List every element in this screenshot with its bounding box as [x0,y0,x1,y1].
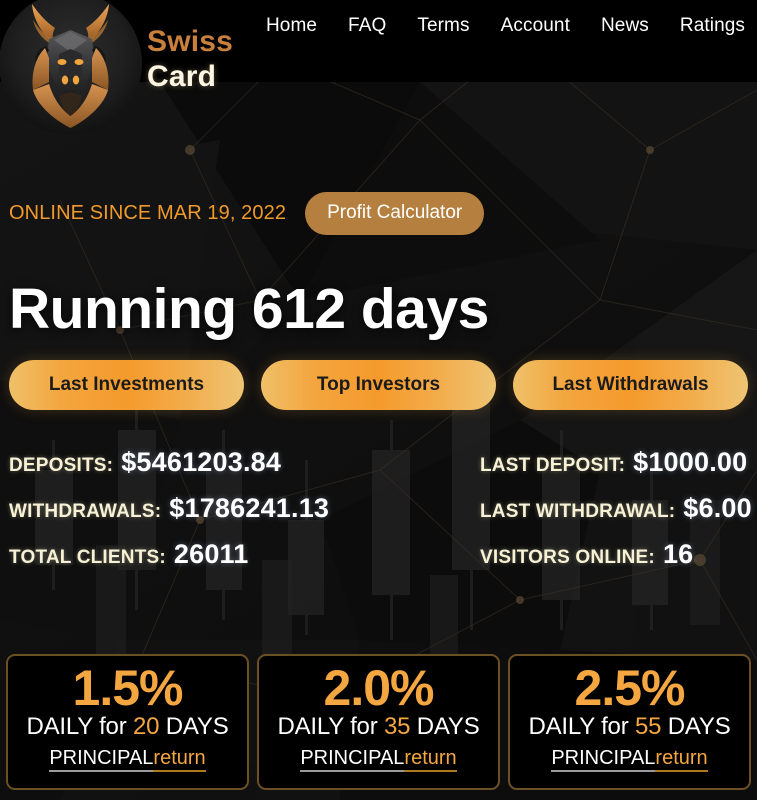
stat-last-deposit-value: $1000.00 [633,447,748,477]
investment-plans-row: 1.5% DAILY for 20 DAYS PRINCIPALreturn 2… [6,654,751,790]
stat-total-clients-value: 26011 [173,539,249,569]
online-since-row: ONLINE SINCE MAR 19, 2022 Profit Calcula… [9,192,485,235]
stat-visitors-online-value: 16 [662,539,694,569]
plan-2-return-label: return [404,747,457,772]
plan-1-principal-label: PRINCIPAL [49,747,154,772]
stat-total-clients-label: TOTAL CLIENTS: [9,547,166,568]
stat-deposits-value: $5461203.84 [121,447,282,477]
page-title: Running 612 days [9,277,489,341]
plan-2-return: PRINCIPALreturn [300,747,457,772]
brand-line-2: Card [147,60,217,93]
stat-last-withdrawal-value: $6.00 [683,493,752,523]
brand-logo-block[interactable]: Swiss Card [0,0,233,135]
stat-last-withdrawal: LAST WITHDRAWAL: $6.00 [480,493,752,524]
stat-withdrawals-label: WITHDRAWALS: [9,501,162,522]
stat-deposits: DEPOSITS: $5461203.84 [9,447,329,478]
nav-item-terms[interactable]: Terms [417,16,469,35]
plan-3-duration: DAILY for 55 DAYS [528,713,730,741]
stat-withdrawals: WITHDRAWALS: $1786241.13 [9,493,329,524]
plan-3-days: 55 [634,713,662,740]
plan-3-return-label: return [655,747,708,772]
nav-item-ratings[interactable]: Ratings [680,16,745,35]
plan-3-daily-suffix: DAYS [661,713,731,740]
stat-visitors-online-label: VISITORS ONLINE: [480,547,655,568]
nav-item-home[interactable]: Home [266,16,317,35]
plan-2-daily-suffix: DAYS [410,713,480,740]
plan-1-days: 20 [132,713,160,740]
top-investors-button[interactable]: Top Investors [261,360,496,410]
brand-line-1: Swiss [147,25,234,58]
main-nav: Home FAQ Terms Account News Ratings [266,16,745,35]
quick-links-row: Last Investments Top Investors Last With… [9,360,748,410]
online-since-text: ONLINE SINCE MAR 19, 2022 [9,202,287,224]
plan-1-return-label: return [153,747,206,772]
plan-1-duration: DAILY for 20 DAYS [26,713,228,741]
stat-last-deposit-label: LAST DEPOSIT: [480,455,626,476]
stat-total-clients: TOTAL CLIENTS: 26011 [9,539,329,570]
stat-last-deposit: LAST DEPOSIT: $1000.00 [480,447,752,478]
plan-1-percent: 1.5% [72,660,184,716]
plan-card-2[interactable]: 2.0% DAILY for 35 DAYS PRINCIPALreturn [257,654,500,790]
plan-3-return: PRINCIPALreturn [551,747,708,772]
stat-withdrawals-value: $1786241.13 [169,493,330,523]
plan-2-days: 35 [383,713,411,740]
plan-2-daily-prefix: DAILY for [277,713,384,740]
last-investments-button[interactable]: Last Investments [9,360,244,410]
plan-3-principal-label: PRINCIPAL [551,747,656,772]
plan-1-daily-suffix: DAYS [159,713,229,740]
plan-card-3[interactable]: 2.5% DAILY for 55 DAYS PRINCIPALreturn [508,654,751,790]
plan-3-percent: 2.5% [574,660,686,716]
plan-1-daily-prefix: DAILY for [26,713,133,740]
brand-wordmark: Swiss Card [147,27,233,92]
stat-deposits-label: DEPOSITS: [9,455,114,476]
profit-calculator-button[interactable]: Profit Calculator [305,192,485,235]
plan-3-daily-prefix: DAILY for [528,713,635,740]
page-root: Home FAQ Terms Account News Ratings Swis… [0,0,757,800]
nav-item-account[interactable]: Account [501,16,570,35]
plan-1-return: PRINCIPALreturn [49,747,206,772]
plan-2-principal-label: PRINCIPAL [300,747,405,772]
last-withdrawals-button[interactable]: Last Withdrawals [513,360,748,410]
stats-column-right: LAST DEPOSIT: $1000.00 LAST WITHDRAWAL: … [480,447,752,585]
plan-2-percent: 2.0% [323,660,435,716]
nav-item-faq[interactable]: FAQ [348,16,386,35]
plan-card-1[interactable]: 1.5% DAILY for 20 DAYS PRINCIPALreturn [6,654,249,790]
bull-head-logo-icon [0,0,142,135]
stat-visitors-online: VISITORS ONLINE: 16 [480,539,752,570]
stat-last-withdrawal-label: LAST WITHDRAWAL: [480,501,676,522]
plan-2-duration: DAILY for 35 DAYS [277,713,479,741]
nav-item-news[interactable]: News [601,16,649,35]
stats-column-left: DEPOSITS: $5461203.84 WITHDRAWALS: $1786… [9,447,329,585]
